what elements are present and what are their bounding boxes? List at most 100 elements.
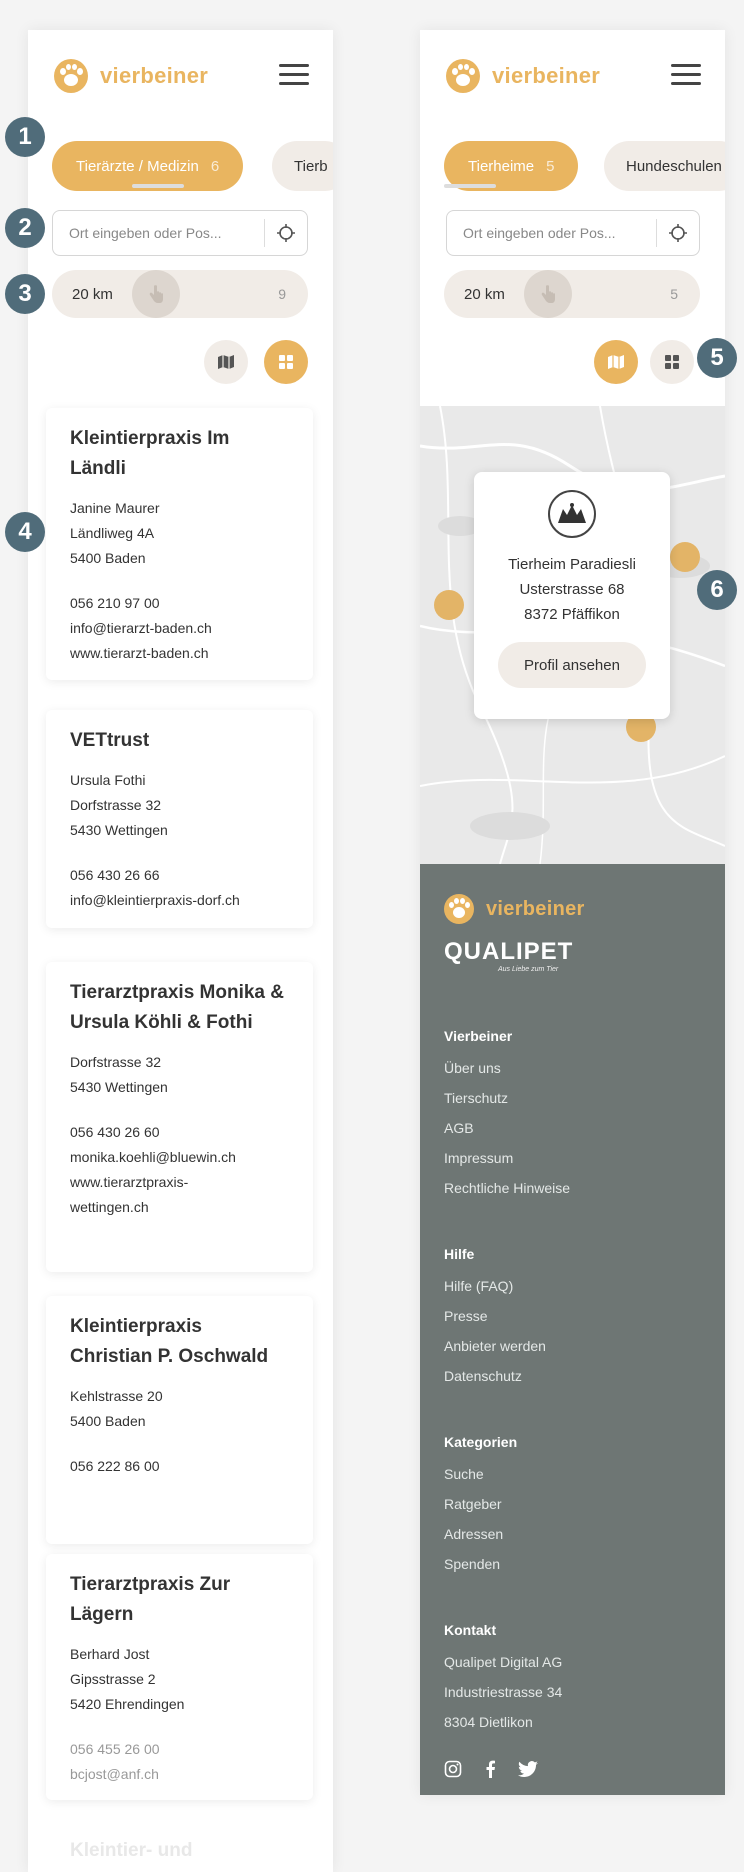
annotation-badge: 1 [5,117,45,157]
right-screen: vierbeiner Tierheime 5 Hundeschulen Ort … [420,30,725,1795]
listing-phone[interactable]: 056 430 26 66 [70,863,289,888]
crosshair-icon[interactable] [657,211,699,255]
listing-contact-person: Janine Maurer [70,500,160,516]
listing-title: Tierarztpraxis Zur Lägern [70,1574,231,1625]
brand-name: vierbeiner [100,63,209,88]
listing-card[interactable]: Kleintier- und [46,1820,313,1872]
footer-brand-logo[interactable]: vierbeiner [444,894,585,924]
listing-email[interactable]: monika.koehli@bluewin.ch [70,1145,289,1170]
grid-icon [279,355,293,369]
listing-street: Gipsstrasse 2 [70,1671,156,1687]
facebook-icon[interactable] [484,1760,496,1778]
listing-card[interactable]: Kleintierpraxis Im Ländli Janine Maurer … [46,408,313,680]
annotation-badge: 5 [697,338,737,378]
category-tab-next[interactable]: Hundeschulen [604,141,725,191]
listing-title: Kleintierpraxis Christian P. Oschwald [70,1316,269,1367]
listing-street: Kehlstrasse 20 [70,1388,163,1404]
crosshair-icon[interactable] [265,211,307,255]
listing-phone[interactable]: 056 430 26 60 [70,1120,289,1145]
listing-website[interactable]: www.tierarztpraxis- [70,1170,289,1195]
brand-logo[interactable]: vierbeiner [446,58,600,94]
footer-link[interactable]: AGB [444,1120,474,1136]
listing-email[interactable]: info@kleintierpraxis-dorf.ch [70,888,289,913]
footer-link[interactable]: Suche [444,1466,484,1482]
annotation-badge: 2 [5,208,45,248]
footer-link[interactable]: Anbieter werden [444,1338,546,1354]
footer-link[interactable]: Über uns [444,1060,501,1076]
grid-view-button[interactable] [650,340,694,384]
listing-phone[interactable]: 056 222 86 00 [70,1454,289,1479]
tab-label: Tierärzte / Medizin [76,157,199,175]
listing-city: 5400 Baden [70,550,146,566]
result-count: 5 [670,286,678,302]
footer-link[interactable]: Hilfe (FAQ) [444,1278,513,1294]
brand-logo[interactable]: vierbeiner [54,58,208,94]
view-profile-button[interactable]: Profil ansehen [498,642,646,688]
instagram-icon[interactable] [444,1760,462,1778]
location-search-input[interactable]: Ort eingeben oder Pos... [446,210,700,256]
menu-icon[interactable] [671,64,701,86]
menu-icon[interactable] [279,64,309,86]
footer-brand-name: vierbeiner [486,897,585,920]
twitter-icon[interactable] [518,1761,538,1777]
brand-name: vierbeiner [492,63,601,88]
listing-card[interactable]: Kleintierpraxis Christian P. Oschwald Ke… [46,1296,313,1544]
footer-link[interactable]: Spenden [444,1556,500,1572]
distance-slider[interactable]: 20 km 9 [52,270,308,318]
qualipet-logo[interactable]: QUALIPET [444,938,573,966]
map-popup: Tierheim Paradiesli Usterstrasse 68 8372… [474,472,670,719]
footer-link[interactable]: Adressen [444,1526,503,1542]
footer-contact-line: Industriestrasse 34 [444,1684,563,1700]
listing-street: Dorfstrasse 32 [70,1054,162,1070]
grid-view-button[interactable] [264,340,308,384]
listing-city: 5420 Ehrendingen [70,1696,185,1712]
paw-icon [54,59,88,93]
left-screen: vierbeiner Tierärzte / Medizin 6 Tierb O… [28,30,333,1872]
listing-email[interactable]: bcjost@anf.ch [70,1762,289,1787]
distance-slider[interactable]: 20 km 5 [444,270,700,318]
footer-link[interactable]: Ratgeber [444,1496,502,1512]
tab-label: Hundeschulen [626,157,722,175]
listing-title: Tierarztpraxis Monika & Ursula Köhli & F… [70,982,285,1033]
shelter-logo [548,490,596,538]
listing-website-cont[interactable]: wettingen.ch [70,1195,289,1220]
drag-handle[interactable] [444,184,496,188]
footer-section-title: Kategorien [444,1434,518,1450]
slider-knob[interactable] [524,270,572,318]
listing-street: Dorfstrasse 32 [70,797,162,813]
map-view-button[interactable] [594,340,638,384]
listing-contact-person: Ursula Fothi [70,772,146,788]
result-count: 9 [278,286,286,302]
search-placeholder: Ort eingeben oder Pos... [69,225,222,241]
map-view-button[interactable] [204,340,248,384]
listing-email[interactable]: info@tierarzt-baden.ch [70,616,289,641]
listing-city: 5430 Wettingen [70,822,168,838]
footer-link[interactable]: Rechtliche Hinweise [444,1180,570,1196]
location-search-input[interactable]: Ort eingeben oder Pos... [52,210,308,256]
map-marker[interactable] [670,542,700,572]
footer-link[interactable]: Tierschutz [444,1090,508,1106]
distance-value: 20 km [72,285,113,303]
listing-phone[interactable]: 056 455 26 00 [70,1737,289,1762]
listing-card[interactable]: Tierarztpraxis Monika & Ursula Köhli & F… [46,962,313,1272]
distance-value: 20 km [464,285,505,303]
footer: vierbeiner QUALIPET Aus Liebe zum Tier V… [420,864,725,1795]
footer-link[interactable]: Datenschutz [444,1368,522,1384]
footer-link[interactable]: Impressum [444,1150,513,1166]
annotation-badge: 4 [5,512,45,552]
listing-website[interactable]: www.tierarzt-baden.ch [70,641,289,666]
popup-street: Usterstrasse 68 [519,581,625,598]
map-marker[interactable] [434,590,464,620]
listing-card[interactable]: VETtrust Ursula Fothi Dorfstrasse 32 543… [46,710,313,928]
listing-phone[interactable]: 056 210 97 00 [70,591,289,616]
search-placeholder: Ort eingeben oder Pos... [463,225,616,241]
slider-knob[interactable] [132,270,180,318]
qualipet-tagline: Aus Liebe zum Tier [498,966,559,973]
listing-card[interactable]: Tierarztpraxis Zur Lägern Berhard Jost G… [46,1554,313,1800]
footer-link[interactable]: Presse [444,1308,488,1324]
category-tab-next[interactable]: Tierb [272,141,333,191]
listing-title: VETtrust [70,730,150,751]
drag-handle[interactable] [132,184,184,188]
annotation-badge: 6 [697,570,737,610]
tab-count: 5 [546,157,555,175]
